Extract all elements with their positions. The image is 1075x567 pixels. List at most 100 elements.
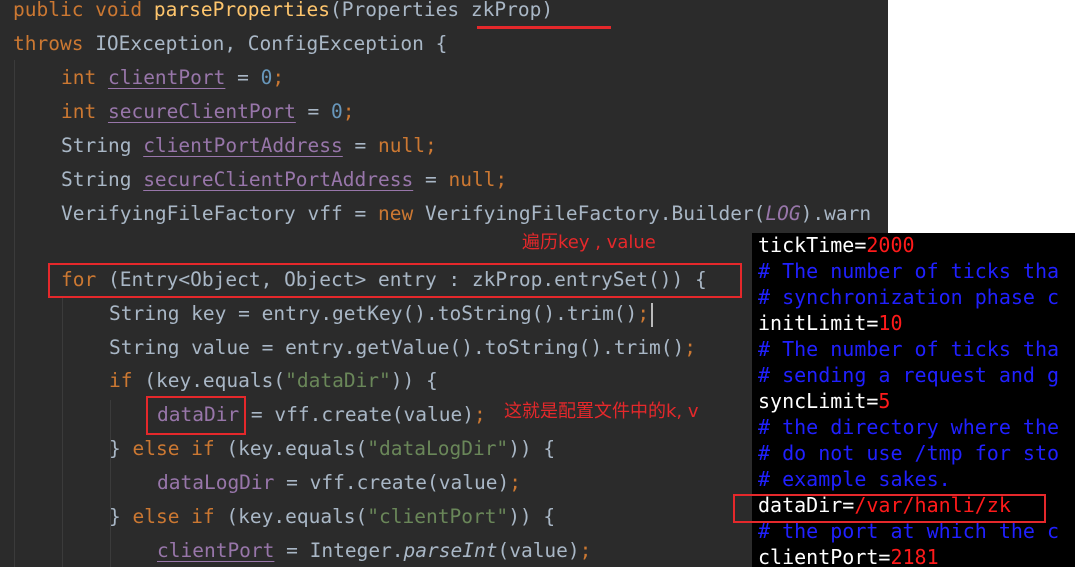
text-caret [651,302,654,327]
token: 5 [878,389,891,413]
token: clientPort [107,66,226,89]
token: zkProp [470,0,542,21]
token: 0 [260,66,273,89]
config-line: # synchronization phase c [758,284,1059,310]
code-line: String key = entry.getKey().toString().t… [109,297,654,331]
token: null [378,134,425,157]
token: public void [13,0,154,21]
indent-guide [62,298,63,567]
token: clientPortAddress [143,134,343,157]
code-line: clientPort = Integer.parseInt(value); [157,534,591,567]
token: parseInt [403,539,498,562]
config-line: tickTime=2000 [758,233,915,258]
config-line: # The number of ticks tha [758,336,1059,362]
token: = vff.create(value) [239,403,474,426]
datadir-highlight-box [146,396,246,435]
token: ; [579,539,592,562]
token: ; [272,66,285,89]
token: )) { [390,369,438,392]
config-datadir-highlight-box [733,494,1046,523]
token: 10 [878,311,903,335]
zkprop-underline [477,26,611,29]
token: # sending a request and g [758,363,1060,387]
token: (key.equals( [144,369,286,392]
token: secureClientPortAddress [143,168,414,191]
indent-guide [110,400,111,567]
token: = Integer. [274,539,404,562]
code-line: public void parseProperties(Properties z… [13,0,553,27]
token: String key = entry.getKey().toString().t… [109,302,638,325]
token: ; [495,168,508,191]
token: (value) [497,539,580,562]
token: ; [342,100,355,123]
token: if [109,369,145,392]
config-line: # do not use /tmp for sto [758,440,1059,466]
code-line: String clientPortAddress = null; [61,129,437,163]
token: else if [132,437,227,460]
token: int [61,66,108,89]
token: (Properties [330,0,471,21]
token: VerifyingFileFactory vff = [61,202,378,225]
token: "clientPort" [367,505,509,528]
token: ; [684,336,697,359]
token: 0 [331,100,343,123]
code-line: dataLogDir = vff.create(value); [157,466,521,500]
token: IOException, ConfigException { [95,32,448,55]
token: (key.equals( [226,505,368,528]
token: # do not use /tmp for sto [758,441,1060,465]
config-note: 这就是配置文件中的k, v [504,401,699,422]
token: = vff.create(value) [274,471,510,494]
code-line: } else if (key.equals("clientPort")) { [109,500,555,534]
token: ; [509,471,521,494]
token: ; [637,302,650,325]
code-line: String value = entry.getValue().toString… [109,331,696,365]
token: String [61,168,144,191]
token: null [448,168,496,191]
token: int [61,100,108,123]
token: parseProperties [153,0,330,21]
token: throws [13,32,96,55]
token: # the directory where the [758,415,1060,439]
token: # The number of ticks tha [758,337,1060,361]
config-line: # the directory where the [758,414,1059,440]
token: "dataDir" [285,369,391,392]
token: String value = entry.getValue().toString… [109,336,685,359]
config-line: # sending a request and g [758,362,1059,388]
token: = [225,66,261,89]
code-line: int secureClientPort = 0; [61,95,355,129]
token: syncLimit= [758,389,879,413]
token: dataLogDir [157,471,275,494]
token: secureClientPort [107,100,296,123]
code-line: } else if (key.equals("dataLogDir")) { [109,432,555,466]
token: VerifyingFileFactory.Builder( [424,202,766,225]
token: } [109,505,133,528]
code-line: String secureClientPortAddress = null; [61,163,507,197]
token: = [295,100,332,123]
token: = [342,134,379,157]
token: "dataLogDir" [367,437,509,460]
token: ) [541,0,554,21]
token: clientPort [157,539,275,562]
code-line: if (key.equals("dataDir")) { [109,364,438,398]
indent-guide [14,60,15,567]
token: } [109,437,133,460]
token: # synchronization phase c [758,285,1060,309]
token: (key.equals( [226,437,368,460]
token: tickTime= [758,233,867,257]
code-line: throws IOException, ConfigException { [13,27,447,61]
config-line: initLimit=10 [758,310,903,336]
token: )) { [508,505,556,528]
config-line: # example sakes. [758,466,951,492]
code-line: int clientPort = 0; [61,61,284,95]
token: clientPort= [758,545,891,567]
token: else if [132,505,227,528]
code-line: VerifyingFileFactory vff = new Verifying… [61,197,871,231]
token: ; [474,403,486,426]
config-line: # The number of ticks tha [758,258,1059,284]
for-loop-highlight-box [48,263,742,298]
token: String [61,134,144,157]
token: ).warn [800,202,872,225]
token: ; [424,134,437,157]
iterate-note: 遍历key , value [522,232,656,253]
token: initLimit= [758,311,879,335]
